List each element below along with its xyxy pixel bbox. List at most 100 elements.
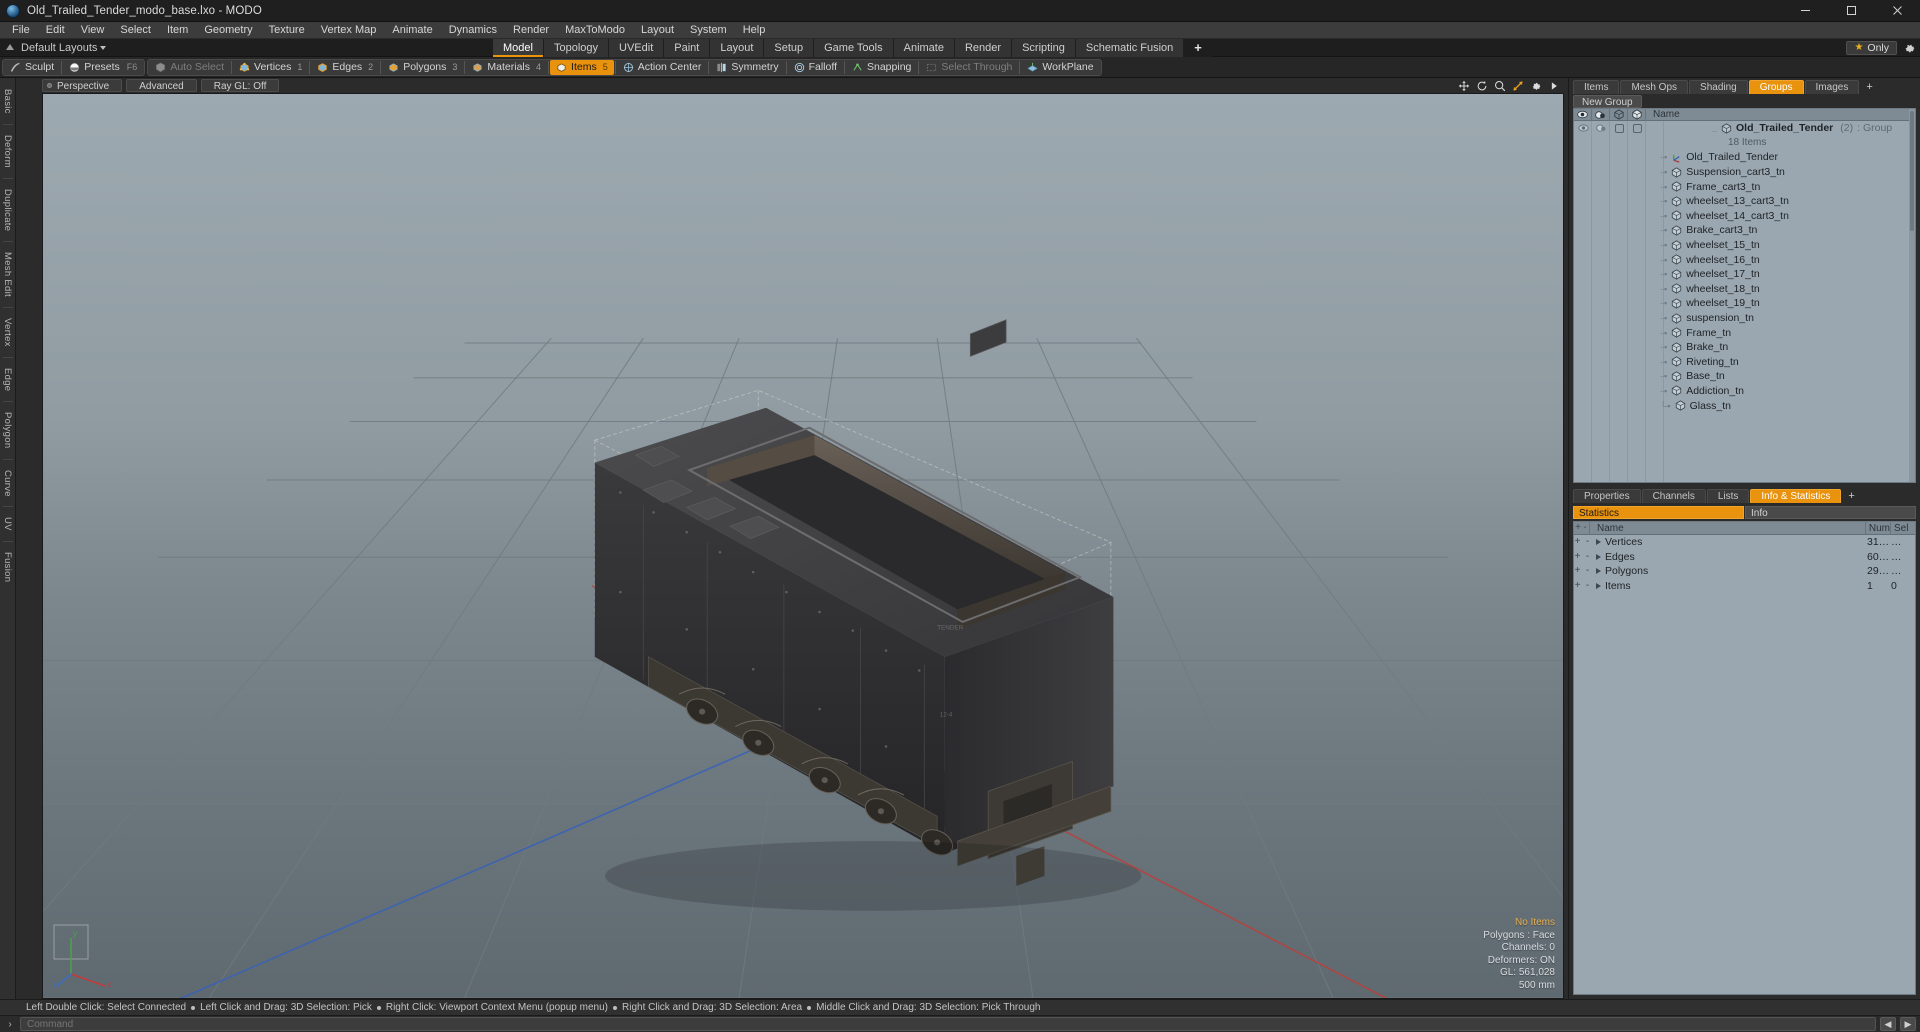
viewport-raygl-toggle[interactable]: Ray GL: Off	[200, 79, 280, 92]
menu-item-maxtomodo[interactable]: MaxToModo	[557, 22, 633, 39]
item-row[interactable]: ··▪ wheelset_17_tn	[1574, 267, 1915, 282]
menu-item-select[interactable]: Select	[112, 22, 159, 39]
menu-item-system[interactable]: System	[682, 22, 735, 39]
bottom-tab-info-statistics[interactable]: Info & Statistics	[1750, 489, 1842, 503]
right-tab-groups[interactable]: Groups	[1748, 80, 1804, 94]
layout-tab-render[interactable]: Render	[954, 39, 1013, 57]
layout-tab-uvedit[interactable]: UVEdit	[609, 39, 665, 57]
zoom-icon[interactable]	[1494, 80, 1506, 92]
menu-item-edit[interactable]: Edit	[38, 22, 73, 39]
add-layout-tab-button[interactable]: +	[1184, 39, 1212, 57]
gear-icon[interactable]	[1530, 80, 1542, 92]
rail-item-duplicate[interactable]: Duplicate	[2, 182, 13, 238]
layout-tab-game-tools[interactable]: Game Tools	[814, 39, 894, 57]
command-chevron-icon[interactable]: ›	[4, 1019, 16, 1030]
close-button[interactable]	[1874, 0, 1920, 22]
right-tab-images[interactable]: Images	[1804, 80, 1860, 94]
item-row[interactable]: ··▪ Old_Trailed_Tender	[1574, 150, 1915, 165]
item-row[interactable]: ··▪ Riveting_tn	[1574, 355, 1915, 370]
menu-item-help[interactable]: Help	[735, 22, 774, 39]
item-row[interactable]: ··▪ wheelset_16_tn	[1574, 252, 1915, 267]
group-item-list[interactable]: Name _ Old_Trailed_Tender (2): Group 18…	[1573, 108, 1916, 483]
default-layouts-dropdown[interactable]: Default Layouts	[21, 42, 107, 54]
vertices-button[interactable]: Vertices 1	[233, 60, 308, 75]
statistics-row[interactable]: + - Edges 60……	[1574, 550, 1915, 565]
group-render-toggle[interactable]	[1628, 121, 1646, 136]
statistics-add-remove[interactable]: + -	[1574, 551, 1591, 562]
layout-tab-scripting[interactable]: Scripting	[1012, 39, 1076, 57]
rail-item-mesh-edit[interactable]: Mesh Edit	[2, 245, 13, 304]
rail-item-polygon[interactable]: Polygon	[2, 405, 13, 455]
rail-item-basic[interactable]: Basic	[2, 82, 13, 121]
eye-visibility-icon[interactable]	[1574, 109, 1592, 121]
viewport-corner-dot[interactable]	[47, 83, 52, 88]
rail-item-fusion[interactable]: Fusion	[2, 545, 13, 589]
bottom-tab-lists[interactable]: Lists	[1706, 489, 1750, 503]
new-group-button[interactable]: New Group	[1573, 94, 1642, 108]
statistics-row[interactable]: + - Polygons 29……	[1574, 564, 1915, 579]
item-row[interactable]: ··▪ wheelset_13_cart3_tn	[1574, 194, 1915, 209]
group-shading-toggle[interactable]	[1592, 121, 1610, 136]
group-row[interactable]: _ Old_Trailed_Tender (2) : Group	[1574, 121, 1915, 136]
subtab-statistics[interactable]: Statistics	[1573, 505, 1744, 519]
item-row[interactable]: ··▪ suspension_tn	[1574, 311, 1915, 326]
layout-tab-topology[interactable]: Topology	[543, 39, 610, 57]
move-icon[interactable]	[1458, 80, 1470, 92]
item-row[interactable]: ··▪ wheelset_19_tn	[1574, 296, 1915, 311]
add-bottom-tab-button[interactable]: +	[1842, 489, 1860, 503]
tree-expand-toggle[interactable]: _	[1712, 123, 1717, 133]
item-row[interactable]: ··▪ Brake_tn	[1574, 340, 1915, 355]
presets-button[interactable]: Presets F6	[63, 60, 143, 75]
expand-arrow-icon[interactable]	[1591, 539, 1605, 546]
layout-tab-schematic-fusion[interactable]: Schematic Fusion	[1075, 39, 1185, 57]
axis-orientation-widget[interactable]: y x z	[53, 924, 117, 988]
collapse-arrow-icon[interactable]	[6, 43, 15, 52]
add-right-tab-button[interactable]: +	[1860, 80, 1878, 94]
item-row[interactable]: ··▪ Suspension_cart3_tn	[1574, 165, 1915, 180]
item-list-scrollbar[interactable]	[1909, 109, 1915, 482]
command-input[interactable]	[20, 1017, 1876, 1031]
item-row[interactable]: ··▪ Base_tn	[1574, 369, 1915, 384]
item-row[interactable]: ··▪ Addiction_tn	[1574, 384, 1915, 399]
expand-arrow-icon[interactable]	[1591, 553, 1605, 560]
layout-tab-paint[interactable]: Paint	[664, 39, 711, 57]
render-icon[interactable]	[1628, 109, 1646, 121]
play-icon[interactable]	[1548, 80, 1560, 92]
viewport-advanced-dropdown[interactable]: Advanced	[126, 79, 197, 92]
rail-item-vertex[interactable]: Vertex	[2, 311, 13, 354]
rail-item-uv[interactable]: UV	[2, 510, 13, 538]
wireframe-icon[interactable]	[1610, 109, 1628, 121]
edges-button[interactable]: Edges 2	[311, 60, 379, 75]
rail-item-curve[interactable]: Curve	[2, 463, 13, 504]
item-row[interactable]: ··▪ wheelset_18_tn	[1574, 282, 1915, 297]
menu-item-animate[interactable]: Animate	[384, 22, 440, 39]
viewport-3d[interactable]: TENDER 12-4 No Items Polygons : Face Cha…	[42, 93, 1564, 999]
menu-item-vertex-map[interactable]: Vertex Map	[313, 22, 385, 39]
right-tab-items[interactable]: Items	[1573, 80, 1620, 94]
statistics-add-remove[interactable]: + -	[1574, 566, 1591, 576]
rail-item-deform[interactable]: Deform	[2, 128, 13, 175]
menu-item-texture[interactable]: Texture	[261, 22, 313, 39]
menu-item-file[interactable]: File	[4, 22, 38, 39]
statistics-row[interactable]: + - Items 1 0	[1574, 579, 1915, 594]
menu-item-view[interactable]: View	[73, 22, 113, 39]
history-prev-icon[interactable]: ◀	[1880, 1017, 1896, 1031]
item-row[interactable]: ··▪ wheelset_15_tn	[1574, 238, 1915, 253]
statistics-add-remove[interactable]: + -	[1574, 537, 1591, 547]
auto-select-button[interactable]: Auto Select	[149, 60, 230, 75]
item-row[interactable]: ··▪ Frame_cart3_tn	[1574, 179, 1915, 194]
history-next-icon[interactable]: ▶	[1900, 1017, 1916, 1031]
only-toggle-button[interactable]: ★ Only	[1846, 41, 1897, 55]
menu-item-render[interactable]: Render	[505, 22, 557, 39]
polygons-button[interactable]: Polygons 3	[382, 60, 463, 75]
layout-tab-setup[interactable]: Setup	[764, 39, 815, 57]
subtab-info[interactable]: Info	[1745, 505, 1916, 519]
expand-arrow-icon[interactable]	[1591, 568, 1605, 575]
right-tab-mesh-ops[interactable]: Mesh Ops	[1620, 80, 1689, 94]
scrollbar-thumb[interactable]	[1910, 111, 1914, 231]
expand-arrow-icon[interactable]	[1591, 583, 1605, 590]
rail-item-edge[interactable]: Edge	[2, 361, 13, 398]
group-eye-toggle[interactable]	[1574, 121, 1592, 136]
item-row[interactable]: ··▪ Frame_tn	[1574, 325, 1915, 340]
minimize-button[interactable]	[1782, 0, 1828, 22]
